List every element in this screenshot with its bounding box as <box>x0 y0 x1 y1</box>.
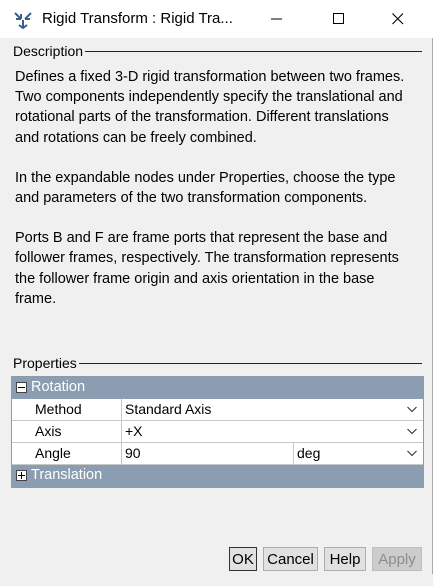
angle-label-cell: Angle <box>12 443 122 464</box>
chevron-down-icon[interactable] <box>407 428 417 435</box>
minimize-button[interactable] <box>254 0 300 38</box>
collapse-icon[interactable] <box>16 382 27 393</box>
angle-row: Angle 90 deg <box>12 443 423 465</box>
description-paragraph: In the expandable nodes under Properties… <box>15 169 396 207</box>
close-icon <box>392 13 404 25</box>
axis-label: Axis <box>35 423 62 439</box>
angle-unit: deg <box>297 445 321 461</box>
window-title: Rigid Transform : Rigid Tra... <box>42 10 233 27</box>
angle-value: 90 <box>125 445 141 461</box>
title-bar[interactable]: Rigid Transform : Rigid Tra... <box>0 0 433 38</box>
method-select[interactable]: Standard Axis <box>122 399 423 420</box>
description-text: Defines a fixed 3-D rigid transformation… <box>15 67 415 329</box>
rotation-group-header[interactable]: Rotation <box>12 377 423 399</box>
axis-select[interactable]: +X <box>122 421 423 442</box>
help-button[interactable]: Help <box>324 547 366 571</box>
rigid-transform-icon <box>14 12 32 30</box>
axis-value: +X <box>125 423 143 439</box>
method-label: Method <box>35 401 82 417</box>
block-parameters-dialog: Rigid Transform : Rigid Tra... Descripti… <box>0 0 433 586</box>
maximize-button[interactable] <box>316 0 362 38</box>
angle-label: Angle <box>35 445 71 461</box>
method-label-cell: Method <box>12 399 122 420</box>
chevron-down-icon[interactable] <box>407 406 417 413</box>
method-row: Method Standard Axis <box>12 399 423 421</box>
axis-row: Axis +X <box>12 421 423 443</box>
description-heading: Description <box>13 43 86 59</box>
properties-heading: Properties <box>13 355 79 371</box>
description-paragraph: Ports B and F are frame ports that repre… <box>15 230 399 307</box>
rotation-group-label: Rotation <box>31 379 86 395</box>
description-paragraph: Defines a fixed 3-D rigid transformation… <box>15 69 405 146</box>
minimize-icon <box>271 18 282 20</box>
cancel-button[interactable]: Cancel <box>263 547 318 571</box>
angle-unit-select[interactable]: deg <box>294 443 423 464</box>
close-button[interactable] <box>375 0 421 38</box>
translation-group-header[interactable]: Translation <box>12 465 423 487</box>
apply-button: Apply <box>372 547 422 571</box>
angle-input[interactable]: 90 <box>122 443 294 464</box>
maximize-icon <box>333 13 344 24</box>
axis-label-cell: Axis <box>12 421 122 442</box>
dialog-bottom-edge <box>0 574 433 586</box>
method-value: Standard Axis <box>125 401 212 417</box>
chevron-down-icon[interactable] <box>407 450 417 457</box>
property-grid: Rotation Method Standard Axis Axis +X An… <box>11 376 424 488</box>
ok-button[interactable]: OK <box>229 547 257 571</box>
translation-group-label: Translation <box>31 467 103 483</box>
expand-icon[interactable] <box>16 470 27 481</box>
